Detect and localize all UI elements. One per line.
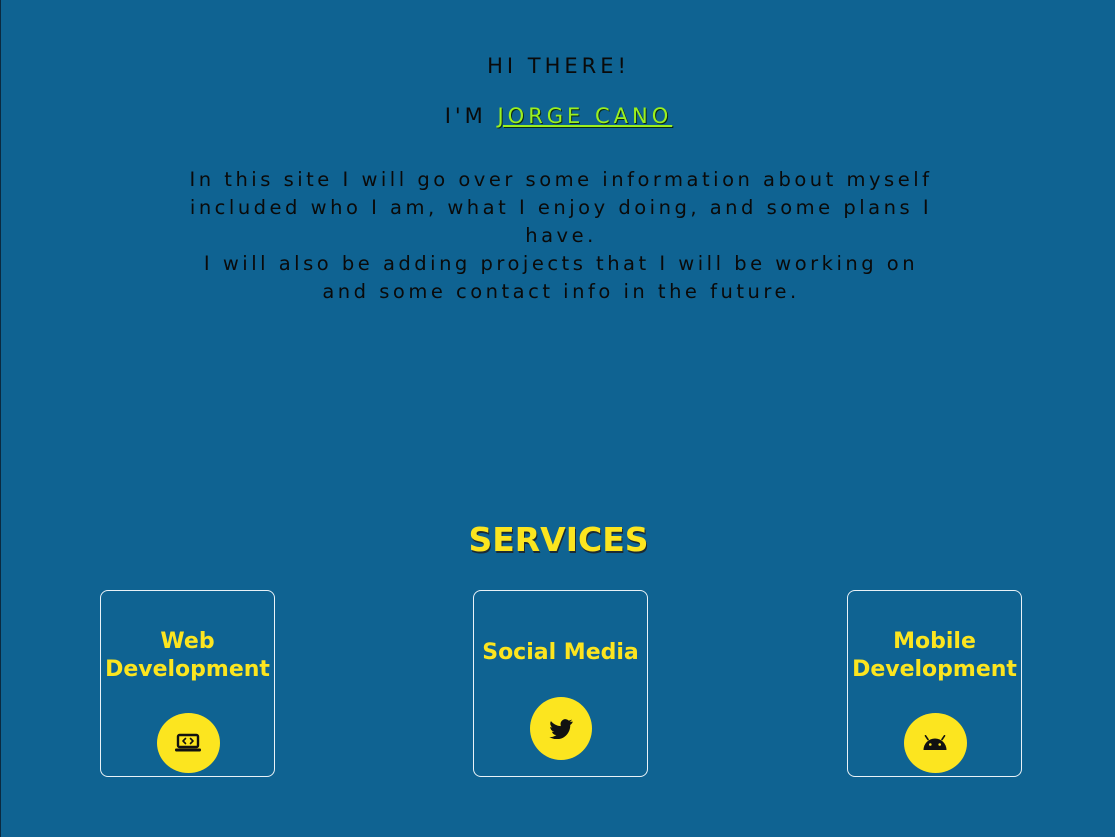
- service-card-title: Social Media: [482, 640, 639, 665]
- intro-line: and some contact info in the future.: [322, 280, 800, 303]
- intro-line: I will also be adding projects that I wi…: [203, 252, 919, 275]
- intro-name-line: I'M JORGE CANO: [1, 104, 1115, 128]
- service-card-mobile-development: Mobile Development: [847, 590, 1022, 777]
- laptop-code-icon: [156, 713, 220, 773]
- android-icon: [903, 713, 967, 773]
- intro-line: have.: [525, 224, 597, 247]
- im-prefix: I'M: [444, 104, 498, 128]
- intro-line: included who I am, what I enjoy doing, a…: [189, 196, 933, 219]
- service-card-social-media: Social Media: [473, 590, 648, 777]
- intro-paragraph: In this site I will go over some informa…: [131, 166, 991, 306]
- name-link[interactable]: JORGE CANO: [497, 104, 672, 128]
- service-card-web-development: Web Development: [100, 590, 275, 777]
- services-title: SERVICES: [468, 520, 649, 559]
- service-card-title: Mobile Development: [852, 629, 1017, 682]
- twitter-icon: [529, 697, 592, 760]
- greeting-heading: HI THERE!: [487, 54, 630, 78]
- service-card-title: Web Development: [105, 629, 270, 682]
- intro-line: In this site I will go over some informa…: [189, 168, 933, 191]
